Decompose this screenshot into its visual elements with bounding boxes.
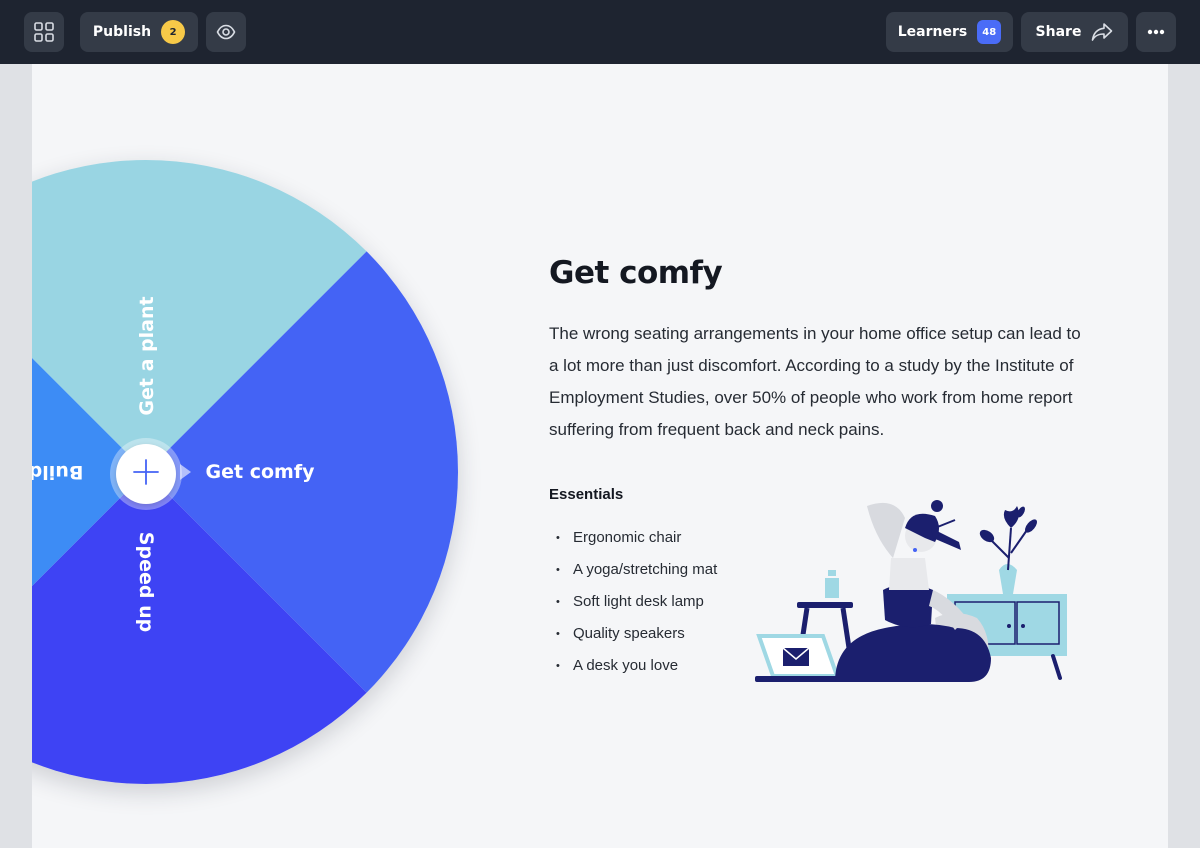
- wheel-pointer: [180, 464, 191, 480]
- more-button[interactable]: [1136, 12, 1176, 52]
- wheel-label-build: Build: [32, 461, 84, 483]
- list-item: A yoga/stretching mat: [549, 554, 717, 586]
- share-button[interactable]: Share: [1021, 12, 1128, 52]
- apps-button[interactable]: [24, 12, 64, 52]
- publish-count-badge: 2: [161, 20, 186, 44]
- preview-button[interactable]: [206, 12, 246, 52]
- plus-icon: [132, 458, 160, 491]
- person-shape: [835, 500, 991, 682]
- list-item: Quality speakers: [549, 618, 717, 650]
- publish-label: Publish: [92, 24, 152, 40]
- share-label: Share: [1035, 24, 1082, 40]
- learners-count-badge: 48: [977, 20, 1002, 44]
- wheel-spin-button[interactable]: [116, 444, 176, 504]
- eye-icon: [216, 22, 236, 42]
- publish-button[interactable]: Publish 2: [80, 12, 198, 52]
- more-dots-icon: [1147, 29, 1165, 35]
- learners-label: Learners: [897, 24, 968, 40]
- wheel-label-speed-up: Speed up: [135, 531, 157, 633]
- essentials-list: Ergonomic chair A yoga/stretching mat So…: [549, 522, 717, 682]
- learners-button[interactable]: Learners 48: [886, 12, 1013, 52]
- plant-shape: [979, 506, 1037, 594]
- list-item: Soft light desk lamp: [549, 586, 717, 618]
- wheel-label-get-a-plant: Get a plant: [136, 296, 158, 416]
- share-arrow-icon: [1091, 22, 1113, 42]
- grid-icon: [34, 22, 54, 42]
- slide-canvas: Get a plant Get comfy Speed up Build Get…: [32, 64, 1168, 848]
- yoga-illustration: [755, 498, 1075, 684]
- page-title: Get comfy: [549, 255, 723, 291]
- list-item: Ergonomic chair: [549, 522, 717, 554]
- wheel-label-get-comfy: Get comfy: [205, 461, 315, 483]
- list-item: A desk you love: [549, 650, 717, 682]
- topic-wheel: Get a plant Get comfy Speed up Build: [32, 160, 458, 784]
- body-paragraph: The wrong seating arrangements in your h…: [549, 324, 1081, 439]
- top-toolbar: Publish 2 Learners 48 Share: [0, 0, 1200, 64]
- essentials-heading: Essentials: [549, 486, 624, 503]
